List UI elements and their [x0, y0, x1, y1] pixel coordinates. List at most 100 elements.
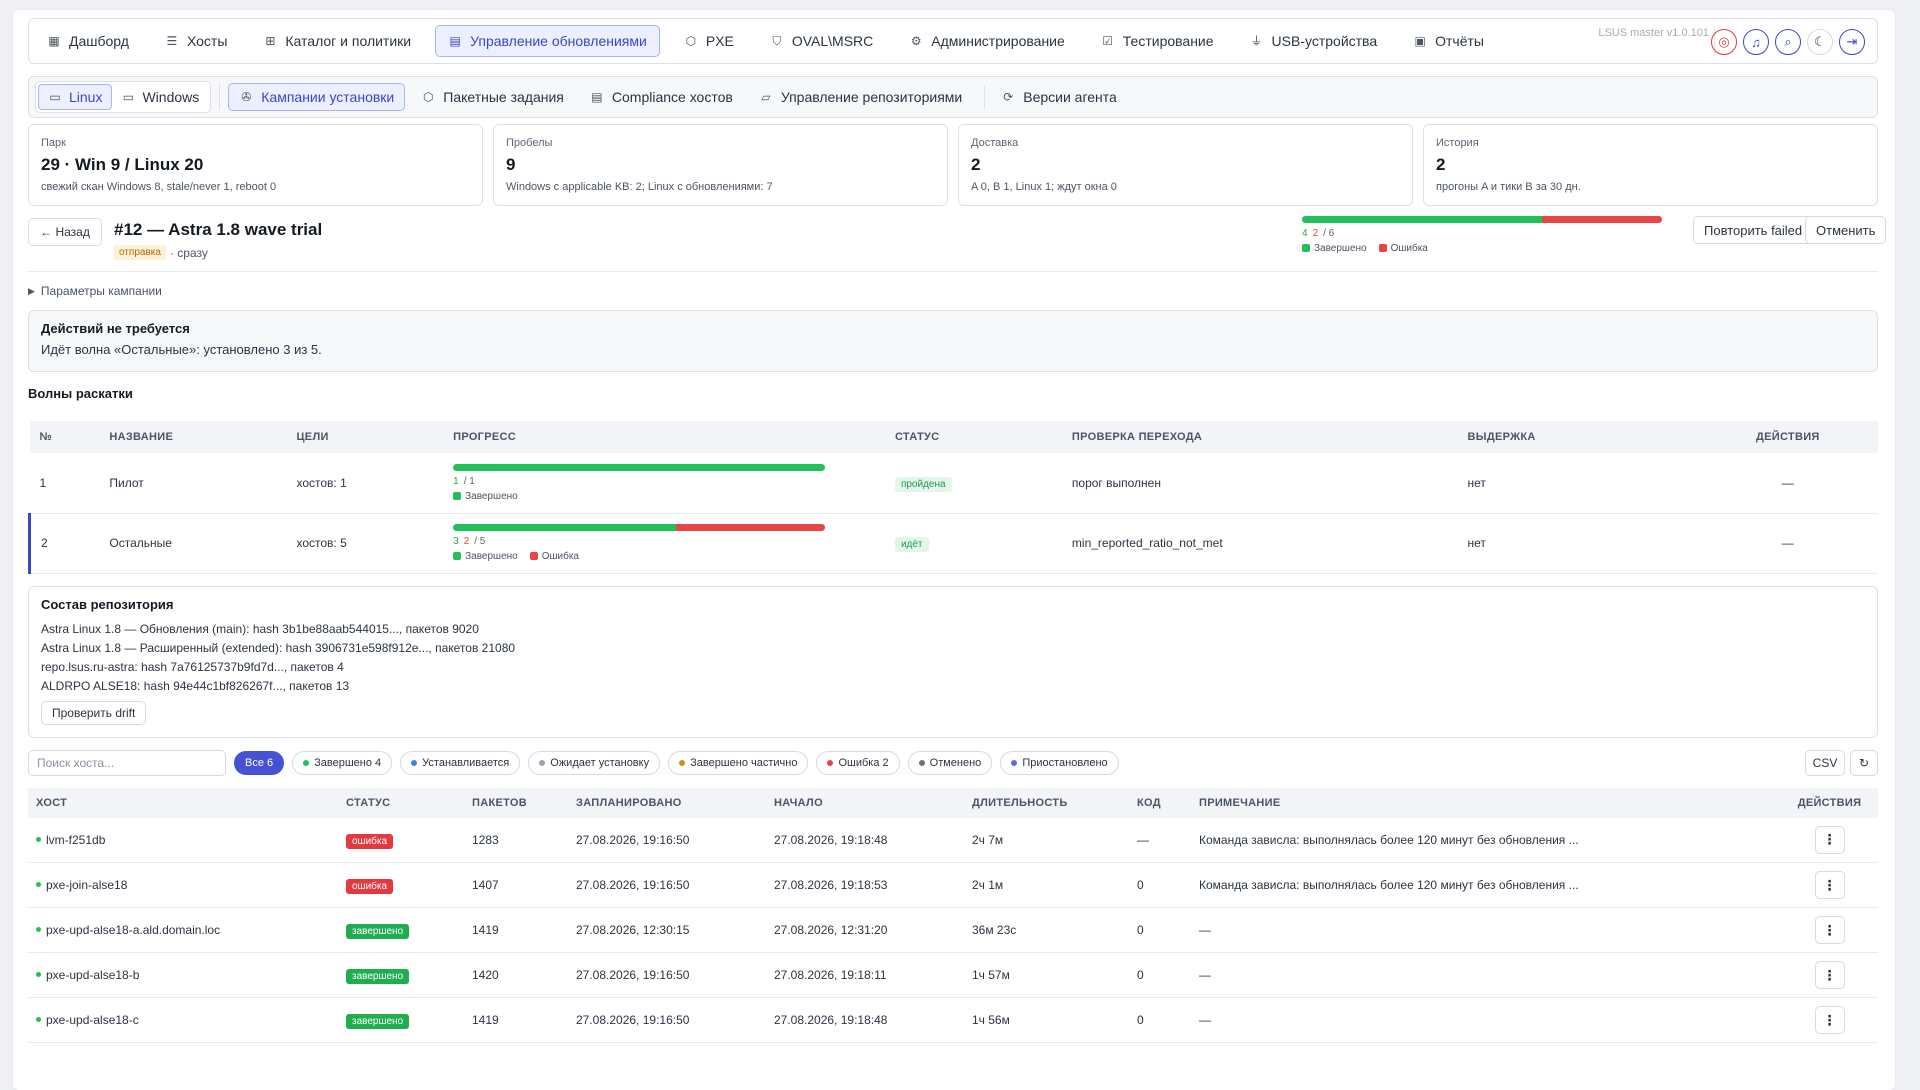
column-header: ЗАПЛАНИРОВАНО: [568, 787, 766, 818]
subnav-item-0[interactable]: ✇ Кампании установки: [228, 83, 406, 111]
host-name[interactable]: pxe-upd-alse18-b: [46, 968, 139, 982]
logout-icon[interactable]: ⇥: [1839, 29, 1865, 55]
progress-failed-count: 2: [463, 536, 470, 547]
nav-item-5[interactable]: ⛉ OVAL\MSRC: [758, 25, 885, 57]
filter-chip[interactable]: Завершено частично: [668, 750, 809, 775]
host-code: 0: [1129, 997, 1191, 1043]
host-duration: 2ч 7м: [964, 817, 1129, 863]
nav-item-label: Тестирование: [1122, 33, 1214, 49]
megaphone-icon: ✇: [241, 90, 252, 104]
search-zoom-icon[interactable]: ⌕: [1775, 29, 1801, 55]
bell-icon[interactable]: ♫: [1743, 29, 1769, 55]
top-icons: ◎ ♫ ⌕ ☾ ⇥: [1711, 29, 1865, 55]
filter-chip[interactable]: Отменено: [907, 750, 993, 775]
os-tab-1[interactable]: ▭ Windows: [112, 84, 208, 110]
wave-progress: 3 2 / 5 Завершено Ошибка: [443, 513, 885, 574]
back-button[interactable]: ← Назад: [28, 218, 102, 246]
shield-check-icon: ⛉: [772, 34, 782, 48]
lifebuoy-icon[interactable]: ◎: [1711, 29, 1737, 55]
csv-export-button[interactable]: CSV: [1805, 749, 1845, 776]
summary-card: Пробелы 9 Windows с applicable KB: 2; Linu…: [493, 124, 948, 206]
progress-done-count: 4: [1302, 228, 1308, 239]
host-name[interactable]: pxe-upd-alse18-c: [46, 1013, 139, 1027]
subnav-item-agent-versions[interactable]: ⟳ Версии агента: [991, 83, 1127, 111]
campaign-params-toggle[interactable]: ▶ Параметры кампании: [28, 284, 1878, 298]
filter-chip-label: Ожидает установку: [550, 756, 650, 769]
version-label: LSUS master v1.0.101: [1598, 27, 1709, 39]
filter-chip[interactable]: Завершено 4: [292, 750, 393, 775]
kebab-menu-icon[interactable]: ⋮: [1814, 871, 1845, 899]
status-dot-icon: [679, 759, 686, 766]
status-dot-icon: [827, 759, 834, 766]
nav-item-9[interactable]: ▣ Отчёты: [1401, 25, 1496, 57]
wave-targets: хостов: 1: [286, 453, 444, 514]
host-status: завершено: [338, 907, 464, 953]
host-actions: ⋮: [1781, 862, 1878, 908]
table-row: pxe-upd-alse18-c завершено 1419 27.08.2026,…: [28, 997, 1878, 1043]
cube-icon: ⬡: [685, 34, 697, 48]
online-dot-icon: [36, 1017, 41, 1022]
kebab-menu-icon[interactable]: ⋮: [1814, 825, 1845, 854]
filter-chip-label: Устанавливается: [422, 756, 510, 769]
retry-failed-button[interactable]: Повторить failed: [1693, 216, 1814, 244]
nav-item-7[interactable]: ☑ Тестирование: [1089, 25, 1226, 57]
user-gear-icon: ⚙: [910, 34, 922, 48]
monitor-icon: ▭: [122, 90, 135, 104]
host-start: 27.08.2026, 19:18:11: [766, 952, 964, 998]
gear-refresh-icon: ⟳: [1003, 90, 1014, 104]
host-planned: 27.08.2026, 19:16:50: [568, 997, 766, 1043]
nav-item-0[interactable]: ▦ Дашборд: [35, 25, 141, 57]
host-name[interactable]: pxe-upd-alse18-a.ald.domain.loc: [46, 923, 220, 937]
alert-description: Идёт волна «Остальные»: установлено 3 из…: [41, 342, 322, 357]
progress-done-count: 1: [453, 475, 459, 487]
os-switch: ▭ Linux ▭ Windows: [35, 81, 212, 113]
cancel-button[interactable]: Отменить: [1805, 216, 1887, 244]
subnav-item-3[interactable]: ▱ Управление репозиториями: [749, 83, 972, 111]
card-subtext: прогоны A и тики B за 30 дн.: [1436, 181, 1581, 193]
subnav-item-2[interactable]: ▤ Compliance хостов: [580, 83, 743, 111]
legend-label: Завершено: [465, 490, 518, 502]
os-tab-label: Linux: [69, 89, 103, 105]
host-actions: ⋮: [1781, 907, 1878, 953]
wave-actions: —: [1697, 513, 1878, 574]
kebab-menu-icon[interactable]: ⋮: [1814, 961, 1845, 989]
moon-icon[interactable]: ☾: [1807, 29, 1833, 55]
os-tab-0[interactable]: ▭ Linux: [38, 84, 113, 110]
host-name[interactable]: lvm-f251db: [46, 833, 105, 847]
nav-item-8[interactable]: ⏚ USB-устройства: [1238, 25, 1390, 57]
wave-transition-check: порог выполнен: [1061, 453, 1458, 514]
nav-item-label: Дашборд: [69, 33, 129, 49]
filter-chip[interactable]: Устанавливается: [400, 750, 521, 775]
check-drift-button[interactable]: Проверить drift: [41, 700, 147, 725]
filter-chip[interactable]: Приостановлено: [1000, 750, 1119, 775]
nav-item-3[interactable]: ▤ Управление обновлениями: [435, 25, 660, 57]
status-badge: отправка: [114, 245, 166, 260]
host-packages: 1420: [464, 952, 568, 998]
legend-item: Ошибка: [529, 551, 579, 562]
filter-chip[interactable]: Ошибка 2: [816, 750, 900, 775]
nav-item-1[interactable]: ☰ Хосты: [153, 25, 239, 57]
campaign-params-label: Параметры кампании: [40, 284, 162, 298]
nav-item-4[interactable]: ⬡ PXE: [672, 25, 746, 57]
host-search-input[interactable]: [28, 749, 226, 776]
subnav-item-1[interactable]: ⬡ Пакетные задания: [411, 83, 574, 111]
kebab-menu-icon[interactable]: ⋮: [1814, 1006, 1845, 1034]
main-content: ▦ Дашборд ☰ Хосты ⊞ Каталог и политики ▤ Управл…: [28, 18, 1887, 1043]
host-name[interactable]: pxe-join-alse18: [46, 878, 127, 892]
package-icon: ⬡: [423, 90, 434, 104]
host-planned: 27.08.2026, 19:16:50: [568, 952, 766, 998]
column-header: СТАТУС: [338, 787, 464, 818]
kebab-menu-icon[interactable]: ⋮: [1814, 916, 1845, 944]
nav-item-6[interactable]: ⚙ Администрирование: [897, 25, 1077, 57]
filter-chip[interactable]: Ожидает установку: [528, 750, 661, 775]
host-actions: ⋮: [1781, 952, 1878, 998]
wave-number: 1: [29, 453, 100, 514]
caret-right-icon: ▶: [28, 285, 35, 296]
card-value: 2: [971, 155, 981, 174]
column-header: СТАТУС: [884, 421, 1062, 453]
online-dot-icon: [36, 927, 41, 932]
refresh-icon[interactable]: ↻: [1850, 749, 1878, 776]
wave-name: Пилот: [99, 453, 287, 514]
nav-item-2[interactable]: ⊞ Каталог и политики: [251, 25, 423, 57]
filter-chip[interactable]: Все 6: [234, 750, 285, 775]
